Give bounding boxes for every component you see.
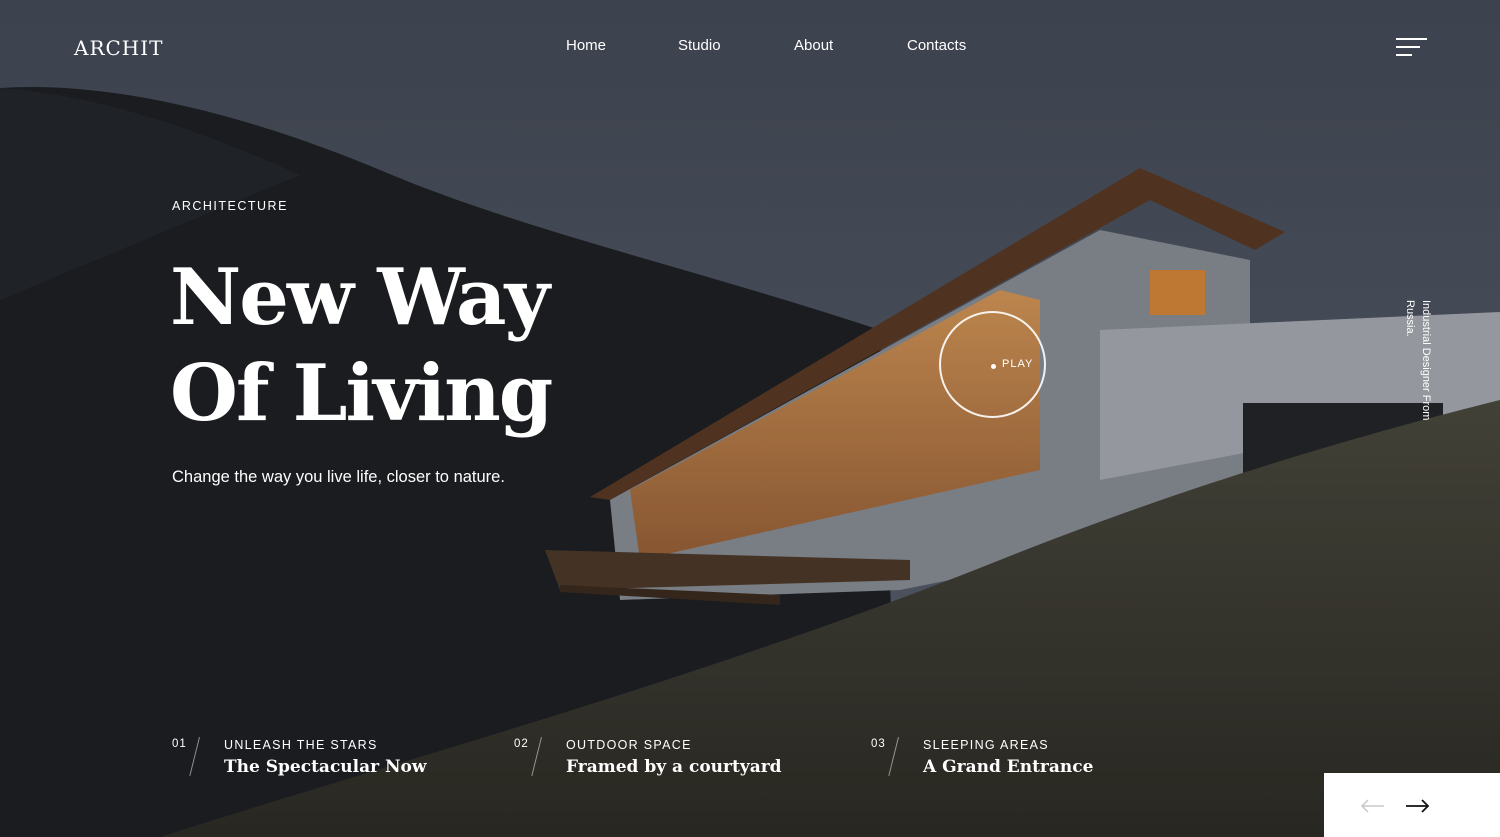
slide-number: 01 bbox=[172, 738, 187, 750]
play-label: PLAY bbox=[1002, 358, 1034, 370]
nav-item-studio[interactable]: Studio bbox=[678, 37, 721, 54]
hamburger-menu-icon[interactable] bbox=[1396, 38, 1428, 58]
hero-eyebrow: ARCHITECTURE bbox=[172, 199, 288, 213]
menu-line bbox=[1396, 46, 1420, 48]
side-vertical-text: Industrial Designer From Russia. bbox=[1404, 300, 1432, 421]
nav-item-contacts[interactable]: Contacts bbox=[907, 37, 966, 54]
slide-category: OUTDOOR SPACE bbox=[566, 738, 692, 752]
nav-item-about[interactable]: About bbox=[794, 37, 833, 54]
brand-logo[interactable]: ARCHIT bbox=[74, 36, 164, 60]
slide-category: SLEEPING AREAS bbox=[923, 738, 1049, 752]
slide-number: 02 bbox=[514, 738, 529, 750]
slide-item-3[interactable]: 03 SLEEPING AREAS A Grand Entrance bbox=[871, 735, 1131, 785]
slider-controls bbox=[1324, 773, 1500, 837]
slide-category: UNLEASH THE STARS bbox=[224, 738, 378, 752]
menu-line bbox=[1396, 38, 1427, 40]
headline-line-2: Of Living bbox=[170, 348, 553, 439]
slide-number: 03 bbox=[871, 738, 886, 750]
arrow-left-icon[interactable] bbox=[1360, 799, 1386, 813]
play-dot-icon bbox=[991, 364, 996, 369]
slide-title: A Grand Entrance bbox=[923, 757, 1094, 777]
slide-divider bbox=[888, 737, 899, 777]
arrow-right-icon[interactable] bbox=[1404, 799, 1430, 813]
hero-headline: New Way Of Living bbox=[170, 250, 630, 442]
menu-line bbox=[1396, 54, 1412, 56]
slide-divider bbox=[189, 737, 200, 777]
nav-item-home[interactable]: Home bbox=[566, 37, 606, 54]
play-button[interactable]: PLAY bbox=[939, 311, 1046, 418]
headline-line-1: New Way bbox=[170, 252, 550, 343]
slide-title: Framed by a courtyard bbox=[566, 757, 782, 777]
hero-subline: Change the way you live life, closer to … bbox=[172, 468, 505, 486]
slide-item-1[interactable]: 01 UNLEASH THE STARS The Spectacular Now bbox=[172, 735, 432, 785]
slide-divider bbox=[531, 737, 542, 777]
slide-item-2[interactable]: 02 OUTDOOR SPACE Framed by a courtyard bbox=[514, 735, 782, 785]
slide-title: The Spectacular Now bbox=[224, 757, 427, 777]
